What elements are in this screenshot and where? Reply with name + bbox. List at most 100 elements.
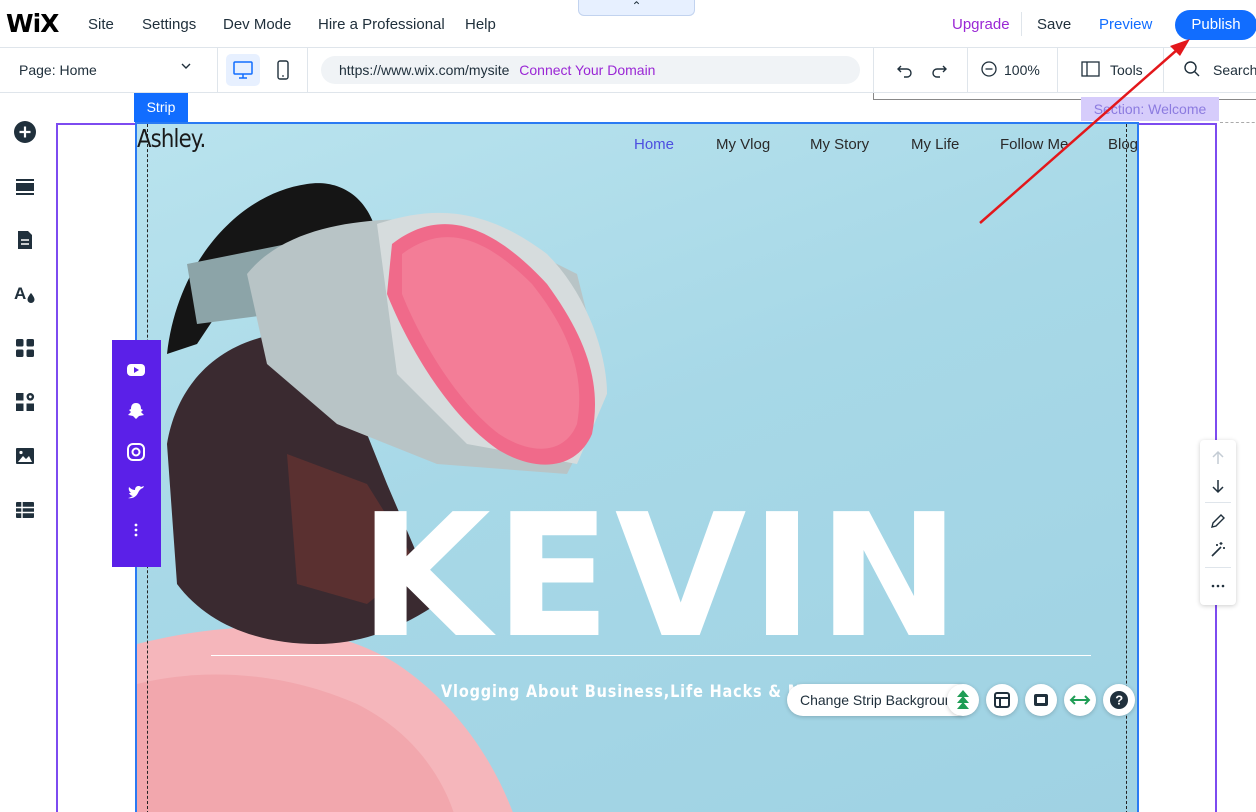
- business-tools-button[interactable]: [13, 390, 37, 414]
- desktop-view-button[interactable]: [226, 54, 260, 86]
- menu-site[interactable]: Site: [88, 16, 114, 33]
- arrow-up-icon[interactable]: [1208, 448, 1228, 468]
- menu-help[interactable]: Help: [465, 16, 496, 33]
- search-icon: [1184, 61, 1200, 77]
- instagram-icon[interactable]: [126, 442, 146, 462]
- resize-button[interactable]: [1064, 684, 1096, 716]
- nav-blog[interactable]: Blog: [1108, 136, 1137, 153]
- cms-button[interactable]: [13, 498, 37, 522]
- preview-button[interactable]: Preview: [1099, 16, 1152, 33]
- layout-icon: [994, 692, 1010, 708]
- svg-text:?: ?: [1115, 693, 1123, 708]
- help-button[interactable]: ?: [1103, 684, 1135, 716]
- animation-button[interactable]: [947, 684, 979, 716]
- hero-strip[interactable]: Ashley. Home My Vlog My Story My Life Fo…: [135, 122, 1139, 812]
- pages-button[interactable]: [13, 228, 37, 252]
- editor-toolbar: Page: Home https://www.wix.com/mysite Co…: [0, 48, 1256, 93]
- mobile-icon: [277, 60, 289, 80]
- chevron-down-icon[interactable]: [180, 60, 192, 75]
- nav-my-vlog[interactable]: My Vlog: [716, 136, 770, 153]
- site-url-bar: https://www.wix.com/mysite Connect Your …: [321, 56, 860, 84]
- divider: [307, 48, 308, 93]
- tools-label: Tools: [1110, 62, 1143, 78]
- add-apps-button[interactable]: [13, 336, 37, 360]
- hero-title[interactable]: KEVIN: [359, 492, 964, 662]
- connect-domain-link[interactable]: Connect Your Domain: [519, 62, 655, 78]
- site-design-button[interactable]: A: [13, 282, 37, 306]
- editor-canvas: Strip Section: Welcome Ashley. Home My V…: [51, 93, 1256, 812]
- nav-my-story[interactable]: My Story: [810, 136, 869, 153]
- divider: [873, 48, 874, 93]
- pencil-icon[interactable]: [1208, 511, 1228, 531]
- divider: [1021, 12, 1022, 36]
- divider: [1163, 48, 1164, 93]
- media-button[interactable]: [13, 444, 37, 468]
- layout-button[interactable]: [986, 684, 1018, 716]
- chevron-up-icon: ⌃: [631, 0, 642, 13]
- publish-button[interactable]: Publish: [1175, 10, 1256, 40]
- zoom-out-icon: [981, 61, 997, 77]
- snapchat-icon[interactable]: [126, 401, 146, 421]
- site-logo-text[interactable]: Ashley.: [137, 124, 206, 153]
- section-label[interactable]: Section: Welcome: [1081, 97, 1219, 121]
- site-url: https://www.wix.com/mysite: [339, 62, 510, 78]
- search-button[interactable]: Search: [1183, 60, 1256, 81]
- page-value: Home: [59, 62, 97, 78]
- add-section-button[interactable]: [13, 175, 37, 199]
- divider: [217, 48, 218, 93]
- design-icon: A: [14, 284, 35, 303]
- menu-settings[interactable]: Settings: [142, 16, 196, 33]
- animation-icon: [957, 690, 969, 709]
- upgrade-link[interactable]: Upgrade: [952, 16, 1010, 33]
- tools-button[interactable]: Tools: [1081, 60, 1143, 81]
- more-actions-icon[interactable]: [1208, 576, 1228, 596]
- zoom-control[interactable]: 100%: [980, 60, 1040, 81]
- save-button[interactable]: Save: [1037, 16, 1071, 33]
- menu-hire-professional[interactable]: Hire a Professional: [318, 16, 445, 33]
- redo-icon: [932, 65, 947, 78]
- hero-divider-line[interactable]: [211, 655, 1091, 656]
- divider: [1205, 502, 1231, 503]
- zoom-level: 100%: [1004, 62, 1040, 78]
- image-icon: [16, 448, 34, 464]
- undo-button[interactable]: [895, 60, 915, 85]
- menu-dev-mode[interactable]: Dev Mode: [223, 16, 291, 33]
- twitter-icon[interactable]: [126, 483, 146, 503]
- youtube-icon[interactable]: [126, 360, 146, 380]
- table-icon: [16, 502, 34, 518]
- stretch-button[interactable]: [1025, 684, 1057, 716]
- sections-icon: [16, 179, 34, 195]
- svg-text:A: A: [14, 284, 26, 303]
- nav-my-life[interactable]: My Life: [911, 136, 959, 153]
- nav-home[interactable]: Home: [634, 136, 674, 153]
- magic-wand-icon[interactable]: [1208, 539, 1228, 559]
- section-actions-panel: [1200, 440, 1236, 605]
- strip-label[interactable]: Strip: [134, 93, 188, 122]
- collapse-toolbar-button[interactable]: ⌃: [578, 0, 695, 16]
- tools-icon: [1081, 61, 1100, 77]
- page-label: Page:: [19, 62, 56, 78]
- social-bar[interactable]: [112, 340, 161, 567]
- arrow-down-icon[interactable]: [1208, 476, 1228, 496]
- wix-logo[interactable]: WiX: [6, 9, 59, 38]
- apps-grid-icon: [16, 339, 34, 357]
- divider: [1057, 48, 1058, 93]
- nav-follow-me[interactable]: Follow Me: [1000, 136, 1068, 153]
- left-sidebar: A: [0, 93, 51, 812]
- add-elements-button[interactable]: [13, 120, 37, 144]
- mobile-view-button[interactable]: [268, 54, 298, 86]
- page-icon: [18, 231, 32, 249]
- change-strip-background-button[interactable]: Change Strip Background: [787, 684, 974, 716]
- plus-circle-icon: [14, 121, 36, 143]
- page-selector[interactable]: Page: Home: [19, 62, 97, 78]
- divider: [967, 48, 968, 93]
- more-icon[interactable]: [126, 520, 146, 540]
- undo-icon: [897, 65, 912, 78]
- help-icon: ?: [1110, 691, 1128, 709]
- search-label: Search: [1213, 62, 1256, 78]
- stretch-icon: [1034, 694, 1048, 706]
- puzzle-gear-icon: [16, 393, 35, 411]
- section-divider: [1220, 122, 1256, 123]
- redo-button[interactable]: [929, 60, 949, 85]
- top-bar: WiX Site Settings Dev Mode Hire a Profes…: [0, 0, 1256, 48]
